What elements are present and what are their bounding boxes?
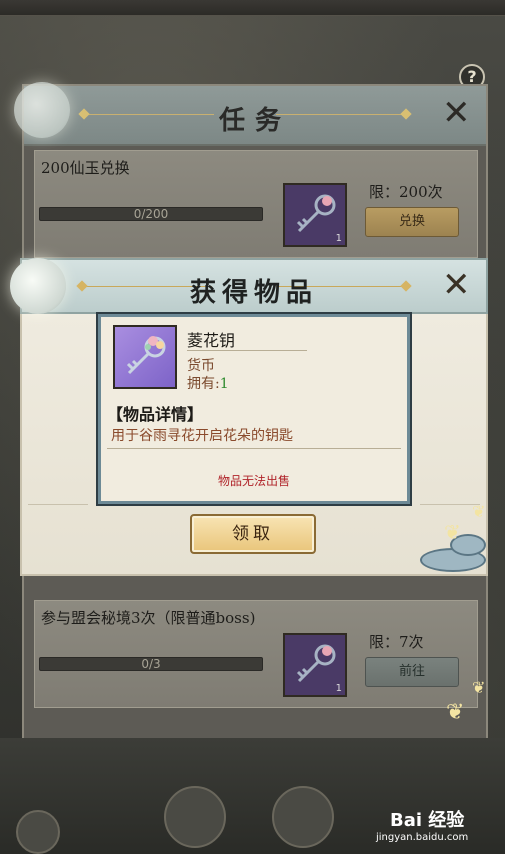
task-progress-bar: 0/200 (39, 207, 263, 221)
goto-button[interactable]: 前往 (365, 657, 459, 687)
task-window-header: 任务 ✕ (24, 86, 486, 146)
task-progress-text: 0/3 (141, 657, 161, 671)
task-limit: 限：7次 (369, 633, 424, 651)
item-count: 1 (335, 233, 342, 244)
task-name: 200仙玉兑换 (41, 159, 130, 177)
butterfly-icon: ❦ (472, 502, 486, 521)
nav-button[interactable] (164, 786, 226, 848)
task-card: 参与盟会秘境3次（限普通boss) 0/3 1 限：7次 前往 (34, 600, 478, 708)
item-type: 货币 (187, 358, 215, 374)
task-window-title: 任务 (218, 106, 291, 136)
nav-button[interactable] (272, 786, 334, 848)
owned-count-row: 拥有:1 (187, 373, 229, 393)
dialog-title: 获得物品 (189, 278, 318, 308)
reward-item-thumbnail[interactable]: 1 (283, 183, 347, 247)
butterfly-icon: ❦ (446, 700, 465, 725)
task-progress-text: 0/200 (133, 207, 169, 221)
task-limit: 限：200次 (369, 183, 443, 201)
unsellable-notice: 物品无法出售 (217, 474, 290, 488)
top-status-strip (0, 0, 505, 16)
details-heading: 【物品详情】 (107, 405, 204, 424)
task-card: 200仙玉兑换 0/200 1 限：200次 兑换 (34, 150, 478, 258)
item-description: 用于谷雨寻花开启花朵的钥匙 (111, 428, 293, 444)
task-name: 参与盟会秘境3次（限普通boss) (41, 609, 256, 627)
item-thumbnail (113, 325, 177, 389)
close-icon[interactable]: ✕ (442, 96, 471, 130)
divider (107, 448, 401, 449)
item-name: 菱花钥 (187, 331, 236, 350)
claim-button[interactable]: 领取 (190, 514, 316, 554)
owned-count: 1 (219, 376, 229, 392)
key-icon (126, 336, 166, 375)
divider (420, 504, 480, 505)
close-icon[interactable]: ✕ (442, 268, 471, 302)
divider (187, 350, 307, 351)
watermark-url: jingyan.baidu.com (376, 832, 469, 843)
reward-item-thumbnail[interactable]: 1 (283, 633, 347, 697)
dialog-body: 菱花钥 货币 拥有:1 【物品详情】 用于谷雨寻花开启花朵的钥匙 物品无法出售 … (20, 314, 488, 576)
item-obtained-dialog: 获得物品 ✕ 菱花钥 货币 拥有:1 【物品详情】 用于谷雨寻花开启花朵的钥匙 … (20, 258, 488, 576)
watermark-logo: Bai 经验 (390, 810, 465, 831)
dialog-header: 获得物品 ✕ (20, 258, 488, 314)
item-detail-card: 菱花钥 货币 拥有:1 【物品详情】 用于谷雨寻花开启花朵的钥匙 物品无法出售 (98, 314, 410, 504)
butterfly-icon: ❦ (444, 520, 461, 544)
divider (28, 504, 88, 505)
owned-label: 拥有: (187, 376, 220, 392)
task-progress-bar: 0/3 (39, 657, 263, 671)
back-button[interactable] (16, 810, 60, 854)
moon-icon (14, 82, 70, 138)
moon-icon (10, 258, 66, 314)
item-count: 1 (335, 683, 342, 694)
butterfly-icon: ❦ (472, 678, 486, 697)
exchange-button[interactable]: 兑换 (365, 207, 459, 237)
